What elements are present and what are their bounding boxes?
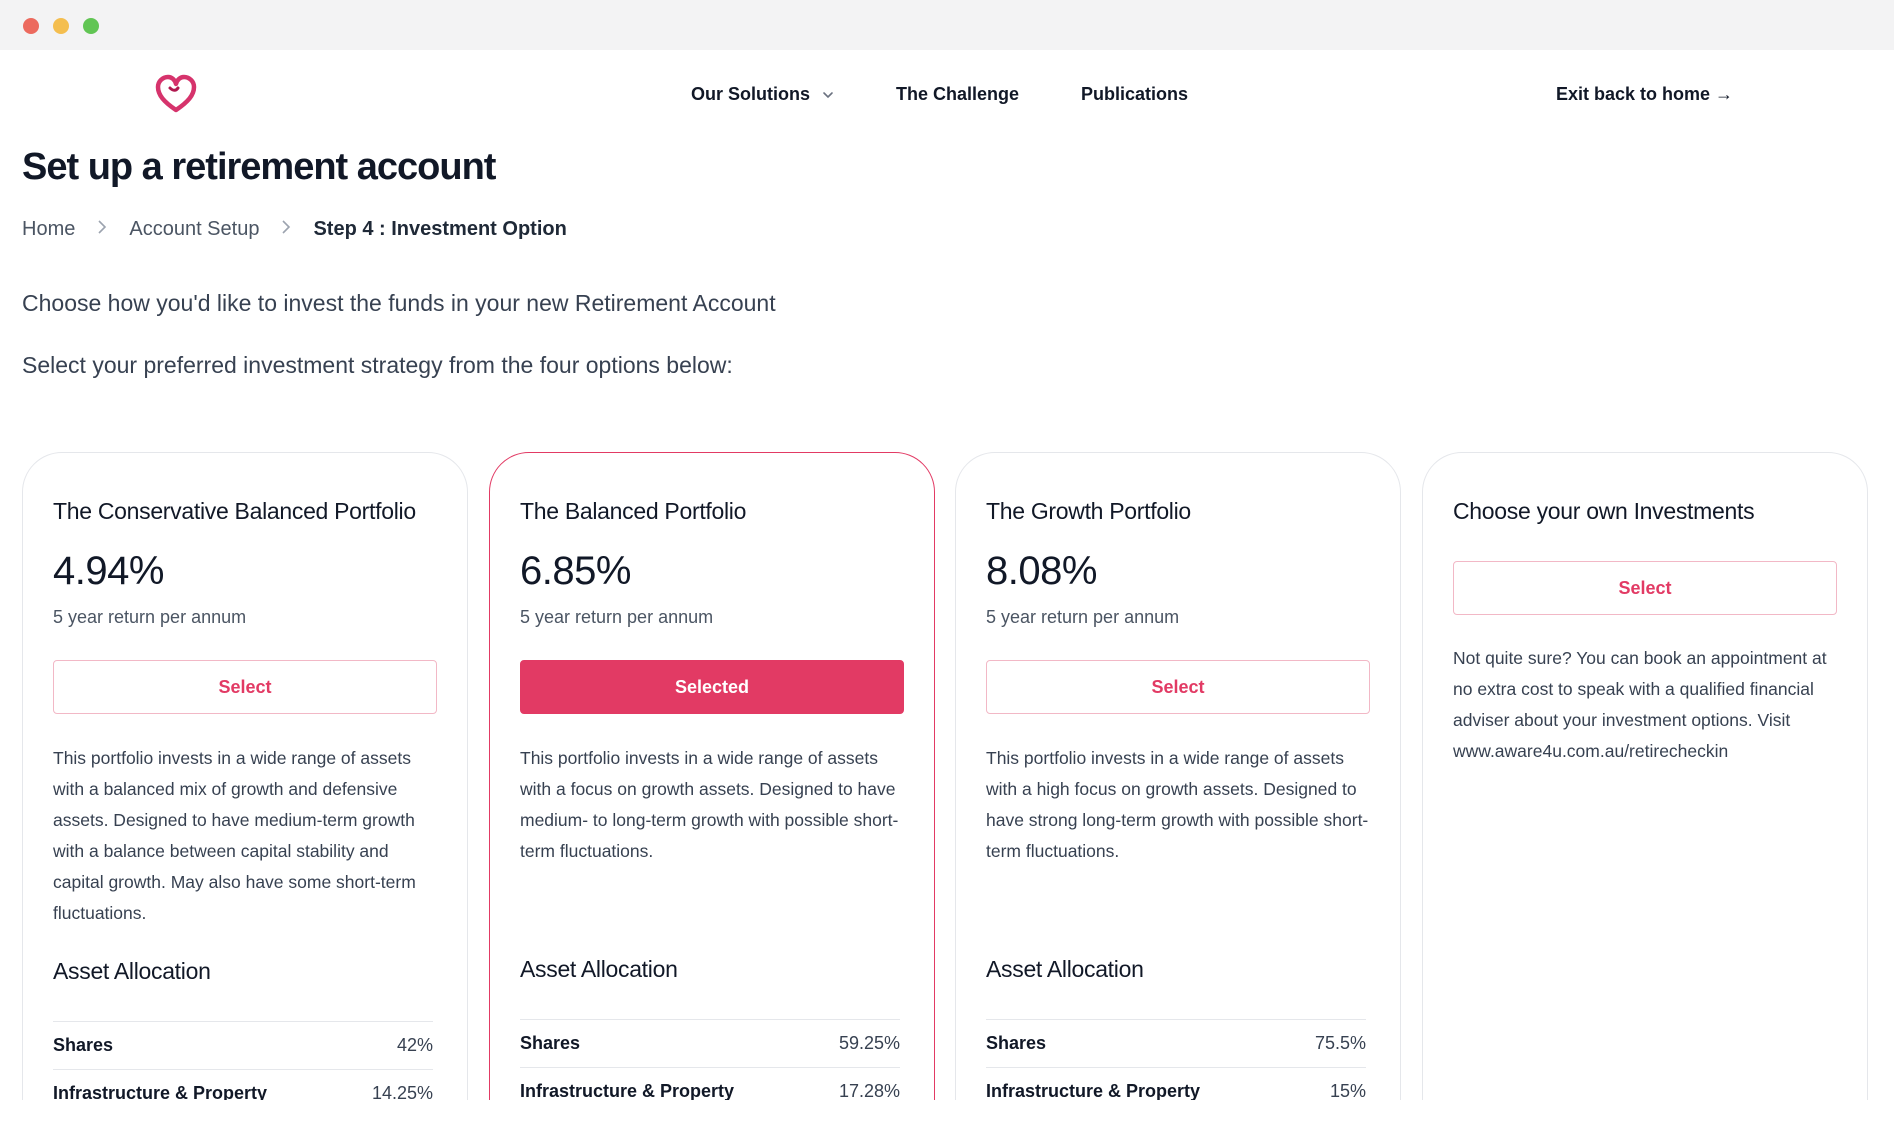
asset-allocation-table: Shares 42% Infrastructure & Property 14.… (53, 1021, 433, 1100)
asset-allocation-title: Asset Allocation (53, 958, 211, 984)
asset-value: 15% (1329, 1081, 1366, 1100)
page-viewport: Our Solutions The Challenge Publications… (0, 50, 1894, 1100)
nav-publications-label: Publications (1081, 84, 1189, 104)
portfolio-card-growth: The Growth Portfolio 8.08% 5 year return… (955, 452, 1401, 1100)
table-row: Shares 59.25% (520, 1019, 900, 1067)
asset-value: 75.5% (1314, 1033, 1366, 1053)
nav-our-solutions[interactable]: Our Solutions (691, 84, 834, 105)
asset-name: Shares (53, 1035, 114, 1055)
nav-the-challenge[interactable]: The Challenge (896, 84, 1019, 105)
card-title: The Conservative Balanced Portfolio (53, 498, 416, 524)
nav-our-solutions-label: Our Solutions (691, 84, 810, 104)
asset-value: 59.25% (838, 1033, 900, 1053)
nav-publications[interactable]: Publications (1081, 84, 1188, 105)
table-row: Infrastructure & Property 15% (986, 1067, 1366, 1100)
asset-name: Infrastructure & Property (53, 1083, 268, 1100)
card-title: The Balanced Portfolio (520, 498, 747, 524)
portfolio-card-balanced: The Balanced Portfolio 6.85% 5 year retu… (489, 452, 935, 1100)
chevron-down-icon (823, 91, 833, 98)
breadcrumb-account-setup[interactable]: Account Setup (129, 218, 259, 241)
breadcrumb: Home Account Setup Step 4 : Investment O… (22, 218, 567, 241)
table-row: Infrastructure & Property 14.25% (53, 1069, 433, 1100)
select-button[interactable]: Select (1453, 561, 1837, 615)
chevron-right-icon (282, 219, 291, 234)
window-maximize-button[interactable] (83, 18, 99, 34)
breadcrumb-current-step: Step 4 : Investment Option (313, 218, 567, 240)
asset-name: Shares (986, 1033, 1047, 1053)
window-minimize-button[interactable] (53, 18, 69, 34)
asset-allocation-title: Asset Allocation (986, 956, 1144, 982)
main-nav: Our Solutions The Challenge Publications (691, 84, 1188, 105)
heart-logo-icon[interactable] (154, 72, 198, 116)
asset-value: 42% (396, 1035, 433, 1055)
nav-the-challenge-label: The Challenge (896, 84, 1020, 104)
return-rate: 8.08% (986, 549, 1097, 593)
return-rate-label: 5 year return per annum (53, 607, 247, 627)
asset-allocation-title: Asset Allocation (520, 956, 678, 982)
card-description: This portfolio invests in a wide range o… (520, 748, 899, 861)
return-rate: 4.94% (53, 549, 164, 593)
window-titlebar (0, 0, 1894, 50)
asset-name: Infrastructure & Property (986, 1081, 1201, 1100)
select-button[interactable]: Select (53, 660, 437, 714)
asset-allocation-table: Shares 59.25% Infrastructure & Property … (520, 1019, 900, 1100)
portfolio-card-choose-own: Choose your own Investments Select Not q… (1422, 452, 1868, 1100)
card-description: This portfolio invests in a wide range o… (53, 748, 416, 923)
select-button[interactable]: Select (986, 660, 1370, 714)
card-description: Not quite sure? You can book an appointm… (1453, 648, 1827, 761)
table-row: Shares 75.5% (986, 1019, 1366, 1067)
return-rate-label: 5 year return per annum (520, 607, 714, 627)
return-rate-label: 5 year return per annum (986, 607, 1180, 627)
chevron-right-icon (98, 219, 107, 234)
selected-button[interactable]: Selected (520, 660, 904, 714)
asset-name: Infrastructure & Property (520, 1081, 735, 1100)
instruction-text: Select your preferred investment strateg… (22, 352, 733, 378)
asset-value: 14.25% (371, 1083, 433, 1100)
table-row: Shares 42% (53, 1021, 433, 1069)
table-row: Infrastructure & Property 17.28% (520, 1067, 900, 1100)
exit-home-link[interactable]: Exit back to home → (1556, 84, 1733, 105)
bottom-edge (0, 1100, 1894, 1124)
return-rate: 6.85% (520, 549, 631, 593)
card-title: Choose your own Investments (1453, 498, 1755, 524)
intro-text: Choose how you'd like to invest the fund… (22, 290, 776, 316)
asset-value: 17.28% (838, 1081, 900, 1100)
asset-name: Shares (520, 1033, 581, 1053)
card-description: This portfolio invests in a wide range o… (986, 748, 1369, 861)
asset-allocation-table: Shares 75.5% Infrastructure & Property 1… (986, 1019, 1366, 1100)
card-title: The Growth Portfolio (986, 498, 1191, 524)
portfolio-card-conservative-balanced: The Conservative Balanced Portfolio 4.94… (22, 452, 468, 1100)
page-title: Set up a retirement account (22, 146, 496, 188)
window-close-button[interactable] (23, 18, 39, 34)
breadcrumb-home[interactable]: Home (22, 218, 75, 241)
